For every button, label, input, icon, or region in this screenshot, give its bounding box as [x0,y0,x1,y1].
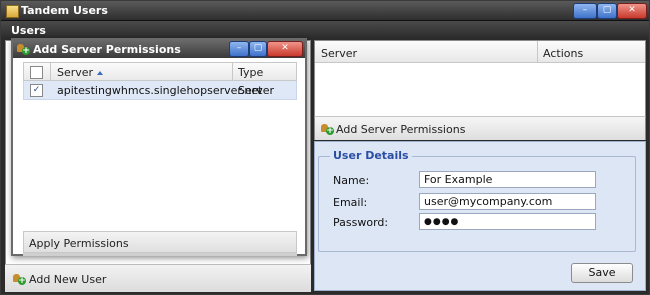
users-list-footer: + Add New User [5,264,311,292]
users-header-title: Users [11,24,46,37]
add-new-user-button[interactable]: Add New User [29,273,106,286]
dialog-table-header: Server Type [23,62,297,81]
sort-ascending-icon [97,71,104,75]
row-type: Server [238,84,275,97]
close-icon[interactable]: ✕ [617,3,647,19]
save-button[interactable]: Save [571,263,633,283]
add-server-permissions-button[interactable]: Add Server Permissions [336,123,465,136]
maximize-icon[interactable]: ▢ [597,3,617,19]
add-server-icon: + [17,43,30,56]
minimize-icon[interactable]: – [229,41,249,57]
minimize-icon[interactable]: – [573,3,597,19]
server-table-footer: + Add Server Permissions [314,116,646,140]
add-user-icon: + [13,273,26,286]
select-all-checkbox[interactable] [30,66,43,79]
close-icon[interactable]: ✕ [267,41,303,57]
maximize-icon[interactable]: ▢ [249,41,267,57]
password-label: Password: [333,216,389,229]
server-table-header: Server Actions [315,41,645,63]
column-actions[interactable]: Actions [543,47,583,60]
column-server-label: Server [57,66,94,79]
users-header: Users [1,21,649,39]
dialog-footer: Apply Permissions [23,231,297,253]
window-title: Tandem Users [21,4,108,17]
horizontal-scrollbar[interactable] [23,253,297,256]
column-divider [50,63,51,80]
email-label: Email: [333,196,368,209]
add-server-permissions-dialog: + Add Server Permissions – ▢ ✕ Server Ty… [11,38,307,256]
app-icon [6,5,19,18]
table-row[interactable]: ✓ apitestingwhmcs.singlehopserver.net Se… [23,81,297,100]
name-label: Name: [333,174,370,187]
row-checkbox[interactable]: ✓ [30,84,43,97]
user-details-legend: User Details [330,149,412,162]
password-field[interactable]: ●●●● [419,213,596,230]
add-server-icon: + [321,123,334,136]
column-divider [537,41,538,63]
apply-permissions-button[interactable]: Apply Permissions [29,237,129,250]
column-divider [232,63,233,80]
email-field[interactable]: user@mycompany.com [419,193,596,210]
column-server[interactable]: Server [57,66,104,79]
dialog-title: Add Server Permissions [33,43,181,56]
window-titlebar[interactable]: Tandem Users – ▢ ✕ [1,1,649,21]
name-field[interactable]: For Example [419,171,596,188]
dialog-titlebar[interactable]: + Add Server Permissions – ▢ ✕ [13,40,305,58]
column-type[interactable]: Type [238,66,263,79]
row-server: apitestingwhmcs.singlehopserver.net [57,84,263,97]
column-server[interactable]: Server [321,47,357,60]
